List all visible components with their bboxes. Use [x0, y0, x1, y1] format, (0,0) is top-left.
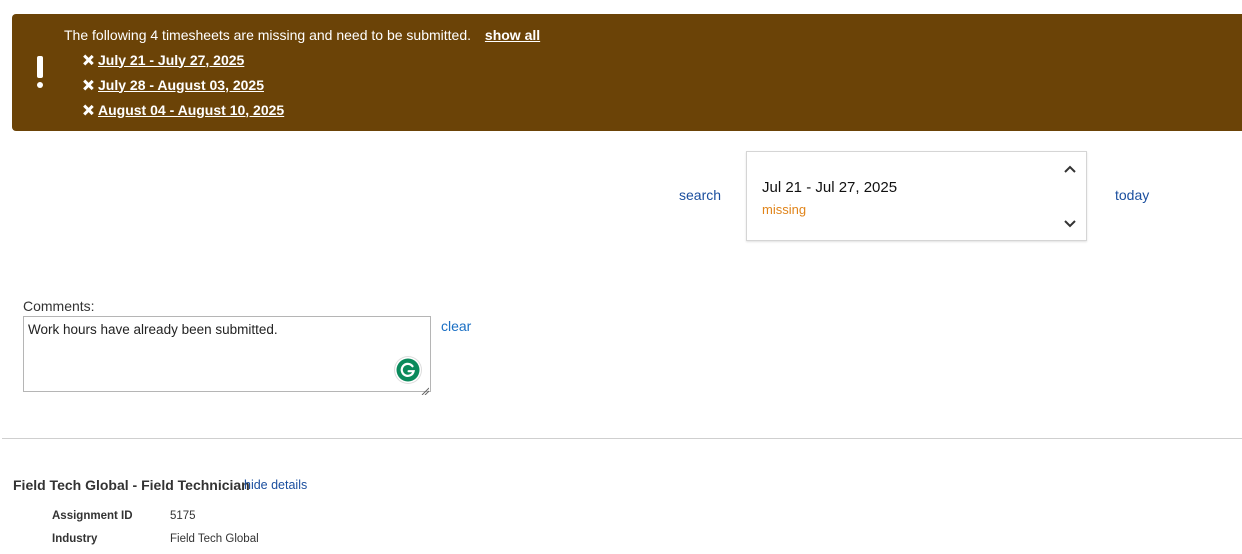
detail-value: 5175 — [170, 510, 196, 522]
close-icon[interactable] — [83, 80, 93, 90]
assignment-title: Field Tech Global - Field Technician — [13, 477, 250, 493]
missing-week-link[interactable]: August 04 - August 10, 2025 — [98, 102, 284, 118]
detail-value: Field Tech Global — [170, 533, 259, 545]
close-icon[interactable] — [83, 55, 93, 65]
week-status: missing — [762, 202, 807, 217]
grammarly-icon[interactable] — [395, 357, 421, 383]
missing-week-item: August 04 - August 10, 2025 — [83, 97, 284, 122]
selected-week-range: Jul 21 - Jul 27, 2025 — [762, 179, 898, 196]
chevron-up-icon[interactable] — [1063, 162, 1077, 176]
detail-key: Assignment ID — [52, 510, 133, 522]
missing-week-item: July 28 - August 03, 2025 — [83, 72, 284, 97]
hide-details-link[interactable]: hide details — [244, 478, 307, 492]
close-icon[interactable] — [83, 105, 93, 115]
resize-handle-icon[interactable] — [421, 382, 430, 396]
section-divider — [2, 438, 1242, 439]
chevron-down-icon[interactable] — [1063, 217, 1077, 231]
show-all-link[interactable]: show all — [485, 27, 540, 43]
missing-weeks-list: July 21 - July 27, 2025 July 28 - August… — [83, 47, 284, 122]
missing-timesheets-alert: The following 4 timesheets are missing a… — [12, 14, 1242, 131]
missing-week-link[interactable]: July 21 - July 27, 2025 — [98, 52, 244, 68]
exclamation-icon — [36, 56, 44, 90]
search-link[interactable]: search — [679, 187, 721, 203]
week-picker[interactable]: Jul 21 - Jul 27, 2025 missing — [746, 151, 1087, 241]
comments-label: Comments: — [23, 298, 95, 314]
comments-textarea[interactable]: Work hours have already been submitted. — [23, 316, 431, 396]
missing-week-item: July 21 - July 27, 2025 — [83, 47, 284, 72]
alert-message-text: The following 4 timesheets are missing a… — [64, 27, 472, 43]
missing-week-link[interactable]: July 28 - August 03, 2025 — [98, 77, 264, 93]
clear-comments-link[interactable]: clear — [441, 318, 471, 334]
today-link[interactable]: today — [1115, 187, 1149, 203]
detail-key: Industry — [52, 533, 98, 545]
alert-message: The following 4 timesheets are missing a… — [64, 27, 540, 43]
comments-value: Work hours have already been submitted. — [28, 322, 278, 337]
